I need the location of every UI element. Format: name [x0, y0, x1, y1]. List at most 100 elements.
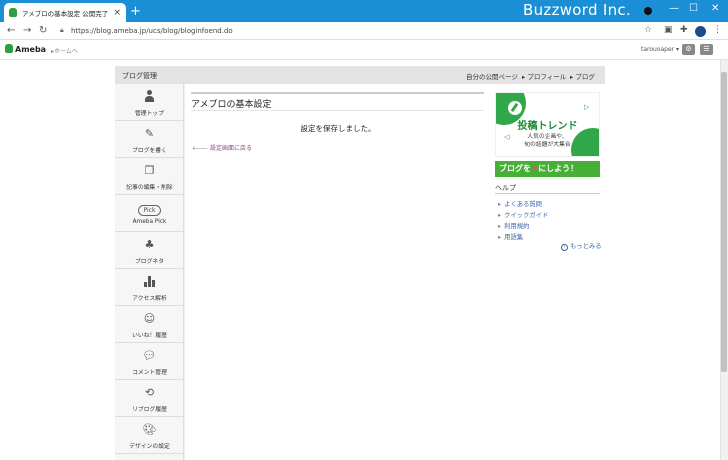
menu-kebab-icon[interactable]: ⋮	[713, 25, 722, 35]
sidebar-item-admin-top[interactable]: 管理トップ	[115, 84, 184, 121]
reload-icon[interactable]: ↻	[39, 25, 47, 36]
more-link-label: もっとみる	[570, 243, 602, 250]
window-minimize-button[interactable]: —	[669, 3, 679, 14]
help-item-quick-guide[interactable]: ▸ クイックガイド	[498, 210, 548, 219]
sidebar-item-label: 記事の編集・削除	[126, 185, 173, 191]
back-arrow-icon: 🡐︎	[192, 145, 210, 152]
back-to-settings-link[interactable]: 🡐︎ 設定画面に戻る	[192, 143, 252, 152]
sidebar-item-edit-articles[interactable]: ❐ 記事の編集・削除	[115, 158, 184, 195]
help-item-terms[interactable]: ▸ 利用規約	[498, 221, 529, 230]
main-content	[185, 84, 491, 460]
address-bar: ← → ↻ 🔒︎ https://blog.ameba.jp/ucs/blog/…	[0, 22, 728, 40]
puzzle-icon[interactable]: ✚	[680, 25, 688, 35]
window-maximize-button[interactable]: ☐	[689, 3, 698, 14]
sidebar-item-label: コメント管理	[132, 370, 167, 376]
title-top-divider	[191, 92, 484, 94]
tab-title: アメブロの基本設定 公開完了 | Am	[22, 9, 109, 18]
settings-gear-button[interactable]: ⚙	[682, 44, 695, 55]
sidebar-item-access-analysis[interactable]: アクセス解析	[115, 269, 184, 306]
sidebar-item-label: デザインの設定	[129, 444, 170, 450]
lock-icon: 🔒︎	[60, 26, 64, 34]
sidebar: 管理トップ ✎ ブログを書く ❐ 記事の編集・削除 Pick Ameba Pic…	[115, 84, 184, 460]
bookmark-star-icon[interactable]: ☆	[644, 25, 652, 35]
sidebar-item-label: ブログネタ	[135, 259, 164, 265]
sidebar-item-label: アクセス解析	[132, 296, 167, 302]
sidebar-item-ameba-pick[interactable]: Pick Ameba Pick	[115, 195, 184, 232]
help-item-label: よくある質問	[504, 201, 542, 208]
help-heading: ヘルプ	[495, 184, 516, 192]
browser-tab[interactable]: アメブロの基本設定 公開完了 | Am ×	[4, 3, 126, 22]
banner-title: 投稿トレンド	[517, 121, 578, 132]
smile-icon: ☺	[143, 312, 156, 325]
ameba-favicon-icon	[9, 8, 17, 17]
sidebar-item-likes-history[interactable]: ☺ いいね！履歴	[115, 306, 184, 343]
sidebar-item-label: Ameba Pick	[132, 219, 167, 225]
public-page-link[interactable]: 自分の公開ページ	[466, 71, 518, 81]
pen-icon: ✎	[144, 127, 155, 140]
bullet-icon: ▸	[498, 201, 502, 208]
comment-icon: 💬︎	[142, 349, 157, 362]
help-item-faq[interactable]: ▸ よくある質問	[498, 199, 542, 208]
bullet-icon: ▸	[498, 212, 502, 219]
blog-promo-banner[interactable]: ブログを★にしよう！	[495, 161, 600, 177]
person-icon	[145, 90, 154, 102]
sidebar-item-blog-neta[interactable]: ♣ ブログネタ	[115, 232, 184, 269]
extension-icon[interactable]: ▣	[664, 25, 673, 35]
bullet-icon: ▸	[498, 223, 502, 230]
page-title: アメブロの基本設定	[191, 100, 272, 110]
scrollbar-thumb[interactable]	[721, 72, 727, 372]
help-divider	[495, 193, 600, 194]
blog-link[interactable]: ▸ ブログ	[570, 71, 595, 81]
tab-close-icon[interactable]: ×	[113, 8, 121, 18]
account-avatar-icon[interactable]	[695, 26, 706, 37]
help-item-label: 用語集	[504, 234, 524, 241]
copy-icon: ❐	[144, 164, 155, 177]
sprout-icon: ♣	[144, 238, 155, 251]
user-menu[interactable]: tarouoaper ▾	[641, 46, 679, 53]
brand-watermark: Buzzword Inc.	[523, 1, 632, 19]
palette-icon: 🎨︎	[142, 423, 157, 436]
blog-admin-header: ブログ管理 自分の公開ページ ▸ プロフィール ▸ ブログ	[115, 66, 605, 84]
ameba-logo-text: Ameba	[15, 45, 47, 54]
browser-titlebar: アメブロの基本設定 公開完了 | Am × + Buzzword Inc. — …	[0, 0, 728, 22]
sidebar-item-label: ブログを書く	[132, 148, 167, 154]
banner-subtitle-2: 旬の話題が大集合	[524, 142, 571, 148]
window-close-button[interactable]: ✕	[711, 3, 719, 14]
new-tab-button[interactable]: +	[130, 4, 141, 19]
help-more-link[interactable]: › もっとみる	[561, 241, 601, 251]
back-arrow-icon[interactable]: ←	[7, 25, 15, 36]
sidebar-item-label: リブログ履歴	[132, 407, 167, 413]
help-item-label: 利用規約	[504, 223, 530, 230]
forward-arrow-icon[interactable]: →	[23, 25, 31, 36]
home-link[interactable]: ▸ホームへ	[51, 46, 78, 55]
sidebar-item-write[interactable]: ✎ ブログを書く	[115, 121, 184, 158]
ameba-logo[interactable]: Ameba	[5, 44, 46, 54]
promo-text-post: にしよう！	[538, 164, 579, 173]
sidebar-item-reblog-history[interactable]: ⟲ リブログ履歴	[115, 380, 184, 417]
pick-badge-icon: Pick	[115, 202, 184, 216]
profile-dot-icon[interactable]	[644, 7, 652, 15]
chevron-circle-icon: ›	[561, 244, 568, 251]
promo-text-pre: ブログを	[499, 164, 531, 173]
title-bottom-divider	[191, 110, 484, 111]
post-trend-banner[interactable]: ▷ ◁ 投稿トレンド 人気の企画や、 旬の話題が大集合	[495, 92, 600, 157]
ameba-header: Ameba ▸ホームへ tarouoaper ▾ ⚙ ☰	[0, 40, 728, 60]
blog-admin-title: ブログ管理	[122, 72, 157, 80]
saved-message: 設定を保存しました。	[300, 124, 376, 133]
profile-link[interactable]: ▸ プロフィール	[522, 71, 566, 81]
pen-badge-icon	[508, 101, 522, 115]
back-link-label: 設定画面に戻る	[210, 145, 253, 152]
sidebar-item-label: いいね！履歴	[132, 333, 167, 339]
ameba-logo-icon	[5, 44, 13, 53]
url-field[interactable]: https://blog.ameba.jp/ucs/blog/bloginfoe…	[71, 27, 233, 35]
reblog-icon: ⟲	[144, 386, 155, 399]
sidebar-item-comments[interactable]: 💬︎ コメント管理	[115, 343, 184, 380]
bullet-icon: ▸	[498, 234, 502, 241]
help-item-glossary[interactable]: ▸ 用語集	[498, 232, 523, 241]
help-item-label: クイックガイド	[504, 212, 549, 219]
sidebar-item-design[interactable]: 🎨︎ デザインの設定	[115, 417, 184, 454]
sidebar-item-label: 管理トップ	[135, 111, 164, 117]
menu-grid-button[interactable]: ☰	[700, 44, 713, 55]
bar-chart-icon	[144, 276, 155, 287]
triangle-decoration-icon: ▷	[584, 103, 590, 111]
